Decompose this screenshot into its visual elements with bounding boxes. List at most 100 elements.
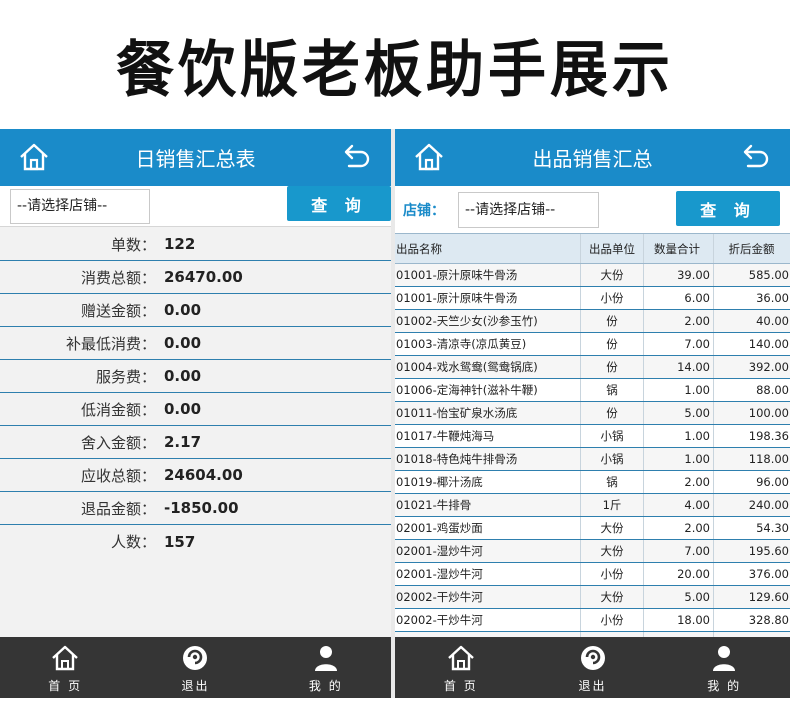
page-title: 出品销售汇总 <box>532 147 653 171</box>
product-name-cell: 01001-原汁原味牛骨汤 <box>395 287 581 309</box>
product-sales-table[interactable]: 出品名称 出品单位 数量合计 折后金额 01001-原汁原味牛骨汤 大份 39.00… <box>395 233 790 638</box>
product-name-cell: 01003-清凉寺(凉瓜黄豆) <box>395 333 581 355</box>
query-button[interactable]: 查 询 <box>676 191 780 226</box>
home-icon[interactable] <box>413 141 445 173</box>
table-row[interactable]: 01011-怡宝矿泉水汤底份 5.00 100.00 <box>395 402 790 425</box>
unit-cell: 份 <box>581 310 644 332</box>
amount-cell: 88.00 <box>756 383 789 397</box>
back-icon[interactable] <box>341 141 373 173</box>
amount-cell: 376.00 <box>748 567 789 581</box>
nav-home[interactable]: 首 页 <box>395 637 527 698</box>
summary-value: 26470.00 <box>164 268 243 286</box>
table-row[interactable]: 01003-清凉寺(凉瓜黄豆) 份 7.00 140.00 <box>395 333 790 356</box>
table-row[interactable]: 02002-干炒牛河 大份 5.00 129.60 <box>395 586 790 609</box>
summary-label: 单数： <box>110 235 156 254</box>
product-sales-summary-screen: 出品销售汇总 店铺： --请选择店铺-- 查 询 出品名称 出品单位 数量合计 … <box>395 129 790 698</box>
nav-mine-label: 我 的 <box>707 679 742 693</box>
user-icon <box>713 646 736 671</box>
summary-label: 赠送金额： <box>80 301 156 320</box>
table-row[interactable]: 02002-干炒牛河 小份 18.00 328.80 <box>395 609 790 632</box>
product-name-cell: 02002-干炒牛河 <box>395 609 581 631</box>
page-title: 日销售汇总表 <box>135 147 256 171</box>
product-name-cell: 01006-定海神针(滋补牛鞭) <box>395 379 581 401</box>
product-name-cell: 01004-戏水鸳鸯(鸳鸯锅底) <box>395 356 581 378</box>
unit-cell: 大份 <box>581 586 644 608</box>
table-row[interactable]: 01019-椰汁汤底锅 2.00 96.00 <box>395 471 790 494</box>
amount-cell: 240.00 <box>748 498 789 512</box>
summary-label: 服务费： <box>95 367 156 386</box>
amount-cell: 96.00 <box>756 475 789 489</box>
table-row[interactable]: 01017-牛鞭炖海马 小锅 1.00 198.36 <box>395 425 790 448</box>
query-button[interactable]: 查 询 <box>287 186 391 221</box>
unit-cell: 锅 <box>581 471 644 493</box>
home-icon <box>52 645 78 671</box>
nav-mine[interactable]: 我 的 <box>658 637 790 698</box>
quantity-cell: 2.00 <box>644 517 714 539</box>
nav-home[interactable]: 首 页 <box>0 637 130 698</box>
logout-icon <box>580 646 605 670</box>
store-select[interactable]: --请选择店铺-- <box>10 189 150 224</box>
column-header[interactable]: 出品名称 <box>395 234 581 263</box>
table-row[interactable]: 01021-牛排骨 1斤 4.00 240.00 <box>395 494 790 517</box>
product-name-cell: 02002-干炒牛河 <box>395 586 581 608</box>
summary-row: 应收总额： 24604.00 <box>0 459 391 492</box>
product-name-cell: 02001-湿炒牛河 <box>395 540 581 562</box>
back-icon[interactable] <box>740 141 772 173</box>
nav-mine[interactable]: 我 的 <box>261 637 391 698</box>
unit-cell: 大份 <box>581 264 644 286</box>
summary-label: 人数： <box>110 533 156 551</box>
user-icon <box>314 646 337 671</box>
product-name-cell: 01017-牛鞭炖海马 <box>395 425 581 447</box>
unit-cell: 份 <box>581 333 644 355</box>
banner-title: 餐饮版老板助手展示 <box>115 33 674 105</box>
table-row[interactable]: 02001-湿炒牛河 小份 20.00 376.00 <box>395 563 790 586</box>
column-header[interactable]: 折后金额 <box>714 234 790 263</box>
summary-value: 24604.00 <box>164 466 243 484</box>
column-header[interactable]: 出品单位 <box>581 234 644 263</box>
nav-home-label: 首 页 <box>48 679 83 693</box>
summary-value: 2.17 <box>164 433 202 451</box>
table-row[interactable]: 01001-原汁原味牛骨汤 大份 39.00 585.00 <box>395 264 790 287</box>
amount-cell: 585.00 <box>748 268 789 282</box>
product-name-cell: 01021-牛排骨 <box>395 494 581 516</box>
table-row[interactable]: 01004-戏水鸳鸯(鸳鸯锅底) 份 14.00 392.00 <box>395 356 790 379</box>
table-row[interactable]: 02001-鸡蛋炒面 大份 2.00 54.30 <box>395 517 790 540</box>
table-row[interactable]: 01006-定海神针(滋补牛鞭) 锅 1.00 88.00 <box>395 379 790 402</box>
table-body: 01001-原汁原味牛骨汤 大份 39.00 585.00 01001-原汁原味牛骨汤小… <box>395 264 790 638</box>
unit-cell: 份 <box>581 356 644 378</box>
summary-value: -1850.00 <box>164 499 239 517</box>
summary-row: 低消金额： 0.00 <box>0 393 391 426</box>
unit-cell: 1斤 <box>581 494 644 516</box>
summary-value: 157 <box>164 532 196 551</box>
quantity-cell: 14.00 <box>644 356 714 378</box>
table-row[interactable]: 01018-特色炖牛排骨汤 小锅 1.00 118.00 <box>395 448 790 471</box>
summary-row: 赠送金额： 0.00 <box>0 294 391 327</box>
home-icon[interactable] <box>18 141 50 173</box>
nav-logout[interactable]: 退出 <box>527 637 659 698</box>
banner: 餐饮版老板助手展示 <box>0 0 790 128</box>
bottom-strip <box>0 698 790 719</box>
summary-list: 单数： 122 消费总额： 26470.00 赠送金额： 0.00 补最低消费： 0.00 服务… <box>0 228 391 558</box>
summary-label: 消费总额： <box>80 268 156 287</box>
summary-row: 服务费： 0.00 <box>0 360 391 393</box>
store-select[interactable]: --请选择店铺-- <box>458 192 599 228</box>
unit-cell: 小份 <box>581 563 644 585</box>
table-row[interactable]: 02001-湿炒牛河 大份 7.00 195.60 <box>395 540 790 563</box>
summary-label: 舍入金额： <box>80 433 156 452</box>
nav-logout-label: 退出 <box>181 679 210 693</box>
amount-cell: 129.60 <box>748 590 789 604</box>
column-header[interactable]: 数量合计 <box>644 234 714 263</box>
table-row[interactable]: 01001-原汁原味牛骨汤 小份 6.00 36.00 <box>395 287 790 310</box>
product-name-cell: 02001-湿炒牛河 <box>395 563 581 585</box>
quantity-cell: 20.00 <box>644 563 714 585</box>
table-row[interactable]: 01002-天竺少女(沙参玉竹) 份 2.00 40.00 <box>395 310 790 333</box>
summary-label: 低消金额： <box>80 400 156 419</box>
unit-cell: 大份 <box>581 517 644 539</box>
unit-cell: 小锅 <box>581 425 644 447</box>
product-name-cell: 01011-怡宝矿泉水汤底 <box>395 402 581 424</box>
nav-logout[interactable]: 退出 <box>130 637 260 698</box>
search-bar: --请选择店铺-- 查 询 <box>0 186 391 227</box>
summary-row: 退品金额： -1850.00 <box>0 492 391 525</box>
header: 日销售汇总表 <box>0 129 391 186</box>
quantity-cell: 18.00 <box>644 609 714 631</box>
